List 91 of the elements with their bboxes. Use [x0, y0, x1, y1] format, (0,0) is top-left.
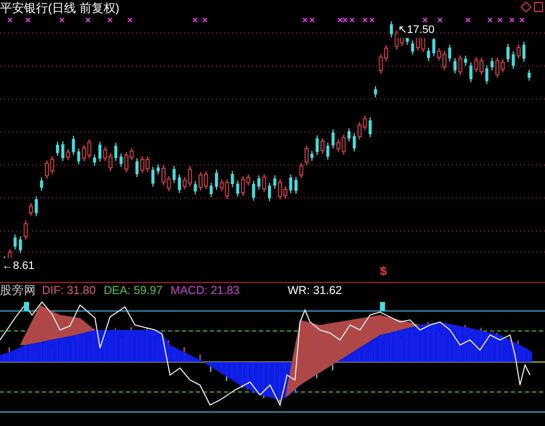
candle — [454, 58, 456, 74]
candle — [252, 180, 256, 202]
candle — [77, 148, 80, 165]
candle — [374, 86, 377, 98]
candle — [284, 186, 288, 200]
cross-marker — [519, 17, 525, 23]
candle — [24, 220, 28, 240]
indicator-value: DEA: 59.97 — [104, 284, 163, 299]
candle — [469, 62, 472, 83]
candle — [93, 154, 96, 166]
candle — [40, 177, 44, 192]
candle — [516, 44, 520, 60]
candle — [204, 170, 208, 190]
candle — [18, 236, 22, 254]
candle — [485, 64, 488, 85]
cross-marker — [422, 17, 428, 23]
candle — [390, 20, 393, 38]
signal-mark: $ — [380, 263, 387, 279]
candle — [98, 141, 102, 162]
candle — [14, 234, 17, 250]
candle — [294, 176, 298, 194]
candle — [348, 128, 350, 142]
cross-marker — [107, 17, 113, 23]
candle — [172, 165, 176, 184]
cross-marker — [437, 17, 443, 23]
candle — [66, 148, 70, 161]
candle — [464, 55, 468, 66]
candle — [273, 174, 276, 190]
candle — [178, 174, 181, 194]
candle — [114, 142, 118, 162]
candle — [156, 164, 160, 175]
candle — [368, 116, 372, 138]
candle — [310, 150, 314, 162]
candle — [512, 50, 515, 70]
candle — [326, 142, 330, 160]
candle — [332, 129, 335, 149]
candle — [198, 172, 202, 191]
candle — [363, 115, 367, 130]
candle — [352, 132, 356, 152]
price-label: ↖17.50 — [398, 22, 435, 38]
signal-icon — [24, 302, 29, 311]
candle — [358, 122, 362, 140]
candle — [522, 41, 526, 62]
cross-marker — [127, 17, 133, 23]
candle — [442, 50, 446, 70]
cross-marker — [487, 17, 493, 23]
indicator-value: DIF: 31.80 — [42, 284, 96, 299]
square-icon[interactable] — [534, 2, 543, 12]
candle — [151, 166, 154, 188]
candle — [210, 182, 213, 198]
cross-marker — [465, 17, 471, 23]
candle — [490, 58, 494, 71]
candle — [432, 36, 436, 57]
cross-marker — [25, 17, 31, 23]
candle — [215, 169, 218, 190]
candle — [61, 140, 64, 162]
candle — [289, 174, 292, 194]
candle — [316, 134, 319, 156]
candle — [34, 196, 38, 217]
indicator-value: MACD: 21.83 — [170, 284, 240, 299]
candle — [320, 138, 324, 154]
candle — [528, 69, 531, 82]
candle — [56, 141, 59, 157]
indicator-name: 股旁网 — [0, 284, 36, 299]
cross-marker — [192, 17, 198, 23]
signal-icon — [380, 302, 385, 311]
candle — [262, 174, 266, 192]
candle — [236, 180, 240, 198]
cross-marker — [59, 17, 65, 23]
candle — [257, 174, 260, 190]
candle — [448, 44, 452, 62]
candle — [458, 54, 462, 76]
candle — [427, 47, 430, 62]
cross-marker — [509, 17, 515, 23]
chart-title: 平安银行(日线 前复权) — [0, 0, 120, 16]
candle — [72, 135, 75, 156]
candle — [120, 153, 123, 168]
candle — [29, 202, 33, 216]
candle — [506, 43, 510, 63]
candle — [194, 180, 197, 195]
candle — [437, 48, 441, 61]
candle — [268, 182, 271, 202]
cross-marker — [202, 17, 208, 23]
cross-marker — [85, 17, 91, 23]
candle — [230, 170, 234, 188]
candle — [278, 178, 282, 200]
cross-marker — [7, 17, 13, 23]
candle — [136, 158, 138, 178]
indicator-value: WR: 31.62 — [288, 284, 342, 299]
candle — [411, 40, 414, 56]
cross-marker — [497, 17, 503, 23]
